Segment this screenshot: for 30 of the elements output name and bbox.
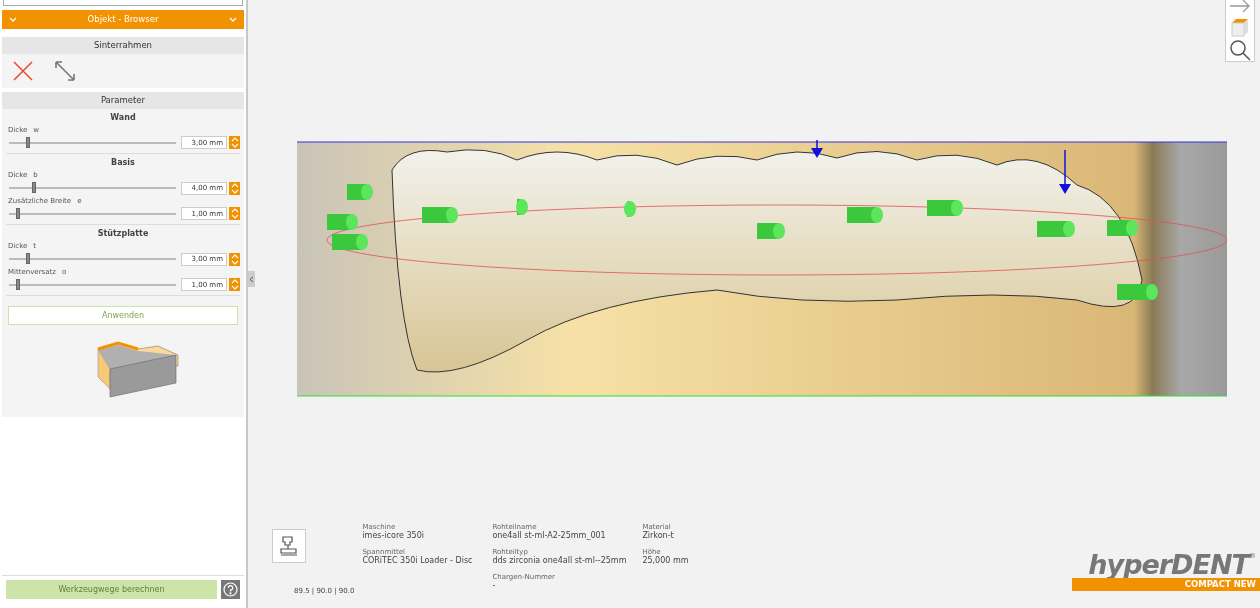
info-value: dds zirconia one4all st-ml--25mm	[492, 556, 628, 567]
panel-title: Objekt - Browser	[87, 13, 159, 26]
spin-button[interactable]	[229, 252, 240, 266]
section-title: Sinterrahmen	[2, 37, 244, 54]
splitter-handle[interactable]	[248, 271, 255, 287]
machine-icon	[272, 529, 306, 563]
help-button[interactable]	[221, 580, 240, 599]
chevron-icon	[228, 15, 238, 24]
spin-button[interactable]	[229, 207, 240, 220]
info-value: imes-icore 350i	[362, 531, 425, 542]
slider-thumb[interactable]	[15, 207, 20, 219]
group-title: Wand	[109, 111, 137, 124]
info-value: one4all st-ml-A2-25mm_001	[492, 531, 607, 542]
slider-thumb[interactable]	[32, 182, 37, 193]
info-value: -	[492, 580, 496, 592]
spin-button[interactable]	[229, 278, 240, 291]
slider-thumb[interactable]	[15, 278, 20, 290]
group-title: Stützplatte	[96, 228, 150, 240]
slider-thumb[interactable]	[25, 253, 30, 264]
group-title: Basis	[110, 157, 136, 169]
spin-button[interactable]	[229, 181, 240, 195]
info-value: Zirkon-t	[642, 531, 675, 542]
info-value: 25,000 mm	[642, 556, 690, 567]
spin-button[interactable]	[229, 136, 240, 149]
logo-tagline: COMPACT NEW	[1072, 578, 1260, 591]
info-value: CORiTEC 350i Loader - Disc	[362, 556, 474, 567]
chevron-icon	[8, 15, 18, 24]
slider-thumb[interactable]	[25, 136, 30, 148]
input-field[interactable]	[3, 0, 243, 6]
section-title: Parameter	[2, 91, 244, 109]
